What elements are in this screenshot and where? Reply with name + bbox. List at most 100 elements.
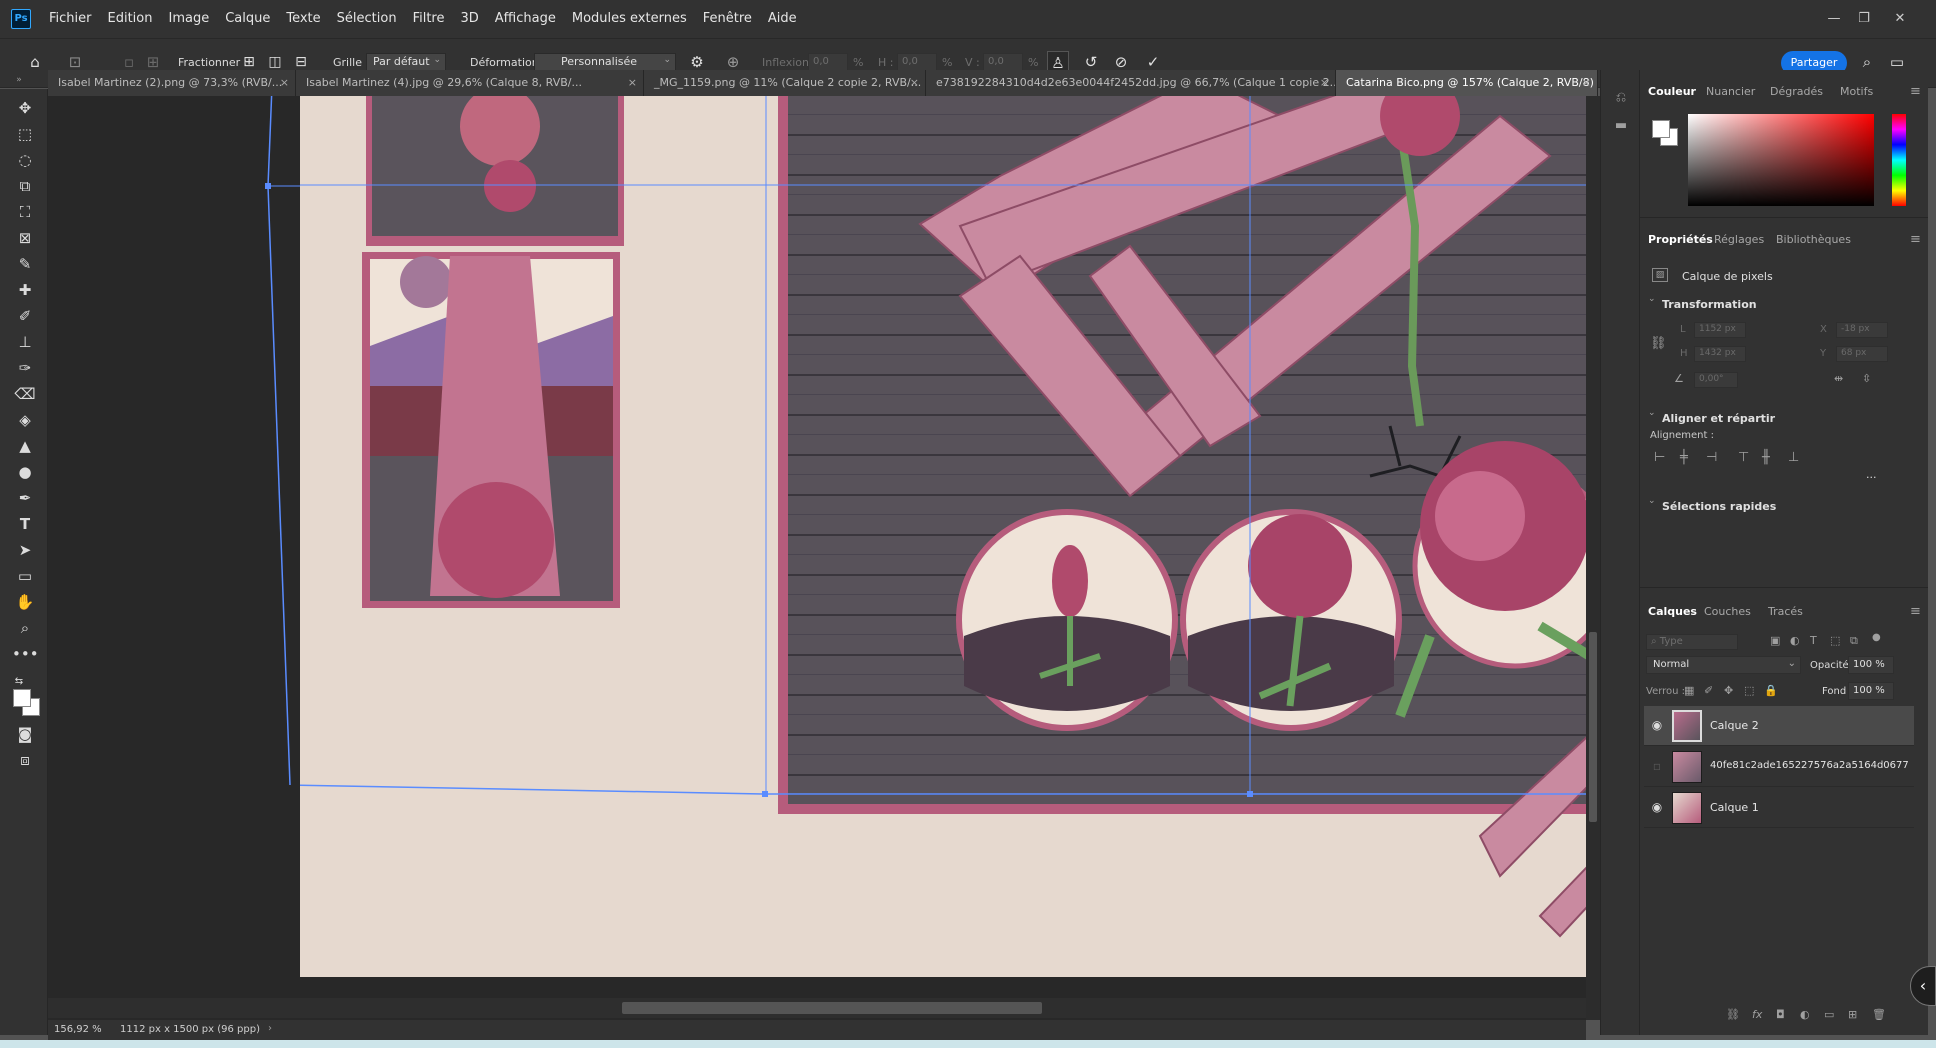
filter-adjustment-icon[interactable]: ◐ [1790,634,1800,647]
tab-couches[interactable]: Couches [1704,598,1751,626]
layer-row-calque-1[interactable]: ◉ Calque 1 [1644,788,1914,828]
flip-vertical-icon[interactable]: ⇳ [1862,372,1871,385]
opacity-field[interactable]: 100 % [1848,656,1894,674]
screen-mode-icon[interactable]: ⧈ [12,749,38,771]
foreground-color-swatch[interactable] [13,689,31,707]
v-field[interactable]: 0,0 [983,53,1023,71]
eraser-tool-icon[interactable]: ⌫ [12,383,38,405]
color-field[interactable] [1688,114,1874,206]
panel-menu-icon[interactable]: ≡ [1910,604,1921,619]
zoom-tool-icon[interactable]: ⌕ [12,617,38,639]
filter-toggle-icon[interactable]: ● [1872,632,1881,643]
chevron-down-icon[interactable]: ⌄ [1648,496,1656,506]
align-center-h-icon[interactable]: ╪ [1680,450,1688,465]
minimize-button[interactable]: — [1818,0,1850,38]
menu-image[interactable]: Image [160,0,217,38]
y-field[interactable]: 68 px [1836,346,1888,362]
tab-e738192284[interactable]: e738192284310d4d2e63e0044f2452dd.jpg @ 6… [926,70,1336,96]
adjustment-layer-icon[interactable]: ◐ [1800,1008,1810,1021]
tab-mg-1159[interactable]: _MG_1159.png @ 11% (Calque 2 copie 2, RV… [644,70,926,96]
layer-style-icon[interactable]: fx [1752,1008,1762,1021]
tab-nuancier[interactable]: Nuancier [1706,78,1755,106]
dodge-tool-icon[interactable]: ● [12,461,38,483]
deformation-select[interactable]: Personnalisée ⌄ [534,53,676,71]
hand-tool-icon[interactable]: ✋ [12,591,38,613]
menu-fenetre[interactable]: Fenêtre [695,0,760,38]
move-tool-icon[interactable]: ✥ [12,97,38,119]
filter-shape-icon[interactable]: ⬚ [1830,634,1840,647]
lock-all-icon[interactable]: 🔒 [1764,684,1778,697]
align-right-icon[interactable]: ⊣ [1706,450,1717,465]
grille-select[interactable]: Par défaut ⌄ [366,53,446,71]
frame-tool-icon[interactable]: ⊠ [12,227,38,249]
fg-color-swatch[interactable] [1652,120,1670,138]
tab-catarina-bico[interactable]: Catarina Bico.png @ 157% (Calque 2, RVB/… [1336,70,1598,96]
menu-edition[interactable]: Edition [100,0,161,38]
vertical-scroll-thumb[interactable] [1589,632,1597,822]
align-left-icon[interactable]: ⊢ [1654,450,1665,465]
object-selection-tool-icon[interactable]: ⧉ [12,175,38,197]
brush-tool-icon[interactable]: ✐ [12,305,38,327]
layer-row-calque-2[interactable]: ◉ Calque 2 [1644,706,1914,746]
tab-bibliotheques[interactable]: Bibliothèques [1776,226,1851,254]
lock-artboard-icon[interactable]: ⬚ [1744,684,1754,697]
angle-field[interactable]: 0,00° [1694,372,1738,388]
close-icon[interactable]: × [910,70,919,96]
tab-couleur[interactable]: Couleur [1648,78,1696,106]
eyedropper-tool-icon[interactable]: ✎ [12,253,38,275]
filter-type-icon[interactable]: T [1810,634,1817,647]
zoom-level[interactable]: 156,92 % [54,1024,102,1035]
pen-tool-icon[interactable]: ✒ [12,487,38,509]
menu-filtre[interactable]: Filtre [405,0,453,38]
tab-degrades[interactable]: Dégradés [1770,78,1823,106]
menu-texte[interactable]: Texte [278,0,328,38]
healing-brush-tool-icon[interactable]: ✚ [12,279,38,301]
align-top-icon[interactable]: ⊤ [1738,450,1749,465]
horizontal-scrollbar[interactable] [48,998,1586,1018]
add-mask-icon[interactable]: ◘ [1776,1008,1785,1021]
eye-icon[interactable]: ◉ [1650,800,1664,814]
lock-position-icon[interactable]: ✥ [1724,684,1733,697]
chevron-down-icon[interactable]: ⌄ [1648,408,1656,418]
close-icon[interactable]: × [1582,70,1591,96]
filter-smart-object-icon[interactable]: ⧉ [1850,634,1858,648]
lock-transparency-icon[interactable]: ▦ [1684,684,1694,697]
menu-fichier[interactable]: Fichier [41,0,100,38]
link-layers-icon[interactable]: ⛓ [1726,1008,1740,1021]
photoshop-logo[interactable]: Ps [11,9,31,29]
align-middle-v-icon[interactable]: ╫ [1762,450,1770,465]
panel-menu-icon[interactable]: ≡ [1910,232,1921,247]
eye-icon[interactable]: ◉ [1650,718,1664,732]
close-icon[interactable]: × [280,70,289,96]
chevron-down-icon[interactable]: ⌄ [1648,294,1656,304]
paint-bucket-tool-icon[interactable]: ◈ [12,409,38,431]
canvas-area[interactable] [48,96,1586,1020]
hue-slider[interactable] [1892,114,1906,206]
tab-motifs[interactable]: Motifs [1840,78,1873,106]
history-brush-tool-icon[interactable]: ✑ [12,357,38,379]
more-options-icon[interactable]: ... [1866,468,1877,481]
x-field[interactable]: -18 px [1836,322,1888,338]
layer-name[interactable]: Calque 1 [1710,801,1759,814]
delete-layer-icon[interactable]: 🗑 [1872,1008,1886,1021]
clone-stamp-tool-icon[interactable]: ⊥ [12,331,38,353]
link-icon[interactable]: ⛓ [1650,336,1667,351]
layer-name[interactable]: Calque 2 [1710,719,1759,732]
menu-modules-externes[interactable]: Modules externes [564,0,695,38]
path-selection-tool-icon[interactable]: ➤ [12,539,38,561]
width-field[interactable]: 1152 px [1694,322,1746,338]
menu-selection[interactable]: Sélection [329,0,405,38]
rectangle-tool-icon[interactable]: ▭ [12,565,38,587]
align-bottom-icon[interactable]: ⊥ [1788,450,1799,465]
blur-tool-icon[interactable]: ▲ [12,435,38,457]
close-icon[interactable]: × [1320,70,1329,96]
lasso-tool-icon[interactable]: ◌ [12,149,38,171]
layer-filter-search[interactable]: ⌕ Type [1646,634,1738,650]
horizontal-scroll-thumb[interactable] [622,1002,1042,1014]
menu-3d[interactable]: 3D [453,0,487,38]
type-tool-icon[interactable]: T [12,513,38,535]
vertical-scrollbar[interactable] [1586,96,1600,1020]
filter-pixel-icon[interactable]: ▣ [1770,634,1780,647]
document-canvas[interactable] [300,96,1586,977]
restore-button[interactable]: ❐ [1848,0,1880,38]
